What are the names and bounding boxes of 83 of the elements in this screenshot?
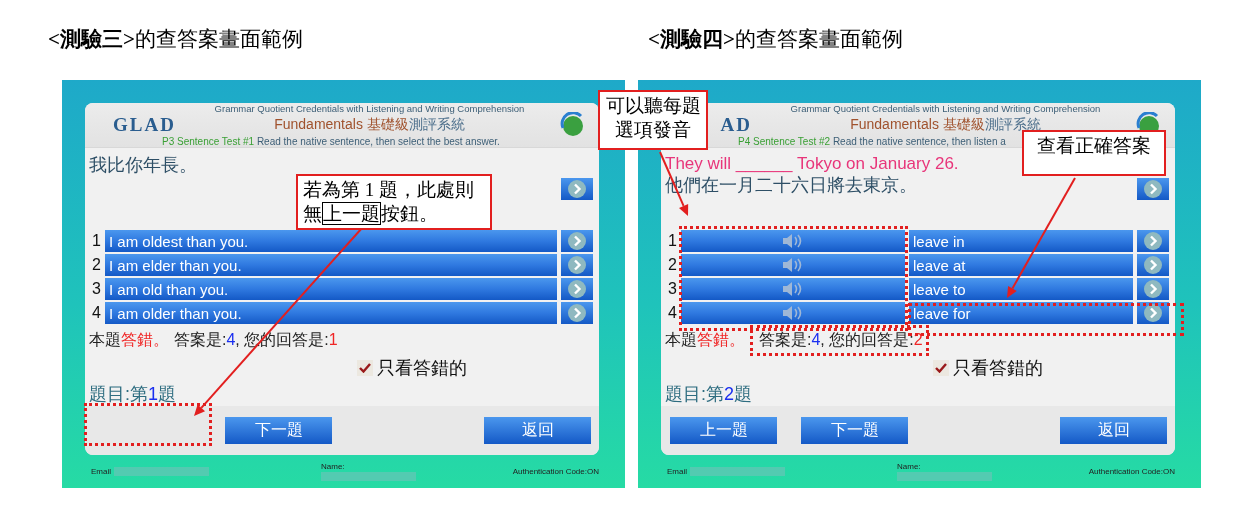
- answer-option[interactable]: leave to: [909, 278, 1133, 301]
- question-label: 題目:第: [89, 384, 148, 405]
- view-answer-button[interactable]: [1137, 254, 1169, 277]
- chevron-right-icon: [1144, 180, 1162, 199]
- back-button[interactable]: 返回: [1060, 417, 1167, 445]
- section-heading: <測驗四>的查答案畫面範例: [647, 26, 904, 53]
- play-audio-button[interactable]: [681, 254, 905, 277]
- chevron-right-icon: [1144, 232, 1162, 251]
- option-number: 2: [667, 256, 677, 275]
- view-answer-button[interactable]: [561, 278, 593, 301]
- result-verdict: 本題答錯。: [89, 330, 169, 351]
- next-arrow-button[interactable]: [561, 178, 593, 201]
- chevron-right-icon: [568, 304, 586, 323]
- question-label: 題目:第: [665, 384, 724, 405]
- name-label: Name:: [321, 462, 346, 471]
- next-question-button[interactable]: 下一題: [225, 417, 332, 445]
- question-number: 2: [724, 384, 735, 405]
- section-heading: <測驗三>的查答案畫面範例: [48, 26, 304, 53]
- speaker-icon: [782, 305, 804, 322]
- answer-option[interactable]: I am old than you.: [105, 278, 557, 301]
- header-subtitle: Grammar Quotient Credentials with Listening and Writing Comprehension: [790, 103, 1101, 115]
- checkbox[interactable]: [933, 360, 949, 377]
- next-question-button[interactable]: 下一題: [801, 417, 908, 445]
- speaker-icon: [782, 257, 804, 274]
- name-label: Name:: [897, 462, 922, 471]
- play-audio-button[interactable]: [681, 230, 905, 253]
- option-number: 2: [91, 256, 101, 275]
- answer-option[interactable]: leave in: [909, 230, 1133, 253]
- answer-option[interactable]: I am elder than you.: [105, 254, 557, 277]
- callout-note: 可以聽每題選項發音: [598, 90, 708, 150]
- view-answer-button[interactable]: [1137, 278, 1169, 301]
- answer-option[interactable]: leave at: [909, 254, 1133, 277]
- email-label: Email: [667, 467, 687, 476]
- callout-note: 若為第 1 題，此處則無上一題按鈕。: [296, 174, 492, 230]
- checkbox-label: 只看答錯的: [953, 357, 1043, 381]
- view-answer-button[interactable]: [561, 254, 593, 277]
- back-button[interactable]: 返回: [484, 417, 591, 445]
- play-audio-button[interactable]: [681, 278, 905, 301]
- chevron-right-icon: [1144, 280, 1162, 299]
- answer-summary: 答案是:4, 您的回答是:1: [174, 330, 338, 351]
- option-number: 3: [667, 280, 677, 299]
- test-instruction: P4 Sentence Test #2 Read the native sentence, then listen a: [738, 136, 1006, 148]
- question-number: 1: [148, 384, 159, 405]
- callout-note: 查看正確答案: [1022, 130, 1166, 176]
- checkbox[interactable]: [357, 360, 373, 377]
- option-number: 3: [91, 280, 101, 299]
- question-sentence: They will ______ Tokyo on January 26.: [665, 154, 960, 175]
- authentication-status: Authentication Code:ON: [512, 467, 599, 476]
- view-answer-button[interactable]: [1137, 230, 1169, 253]
- play-audio-button[interactable]: [681, 302, 905, 325]
- answer-option[interactable]: leave for: [909, 302, 1133, 325]
- question-translation: 我比你年長。: [89, 154, 198, 177]
- brand-logo: GLAD: [113, 114, 177, 137]
- question-label: 題: [734, 384, 753, 405]
- previous-question-button[interactable]: 上一題: [670, 417, 777, 445]
- answer-option[interactable]: I am oldest than you.: [105, 230, 557, 253]
- checkbox-label: 只看答錯的: [377, 357, 467, 381]
- next-arrow-button[interactable]: [1137, 178, 1169, 201]
- app-title: Fundamentals 基礎級測評系統: [274, 116, 465, 135]
- header-subtitle: Grammar Quotient Credentials with Listening and Writing Comprehension: [214, 103, 525, 115]
- test-instruction: P3 Sentence Test #1 Read the native sentence, then select the best answer.: [162, 136, 500, 148]
- result-verdict: 本題答錯。: [665, 330, 745, 351]
- speaker-icon: [782, 233, 804, 250]
- email-label: Email: [91, 467, 111, 476]
- question-label: 題: [158, 384, 177, 405]
- authentication-status: Authentication Code:ON: [1088, 467, 1175, 476]
- option-number: 1: [91, 232, 101, 251]
- option-number: 1: [667, 232, 677, 251]
- chevron-right-icon: [568, 232, 586, 251]
- chevron-right-icon: [1144, 256, 1162, 275]
- brand-logo: AD: [720, 114, 753, 137]
- answer-option[interactable]: I am older than you.: [105, 302, 557, 325]
- speaker-icon: [782, 281, 804, 298]
- chevron-right-icon: [568, 256, 586, 275]
- view-answer-button[interactable]: [1137, 302, 1169, 325]
- chevron-right-icon: [568, 280, 586, 299]
- view-answer-button[interactable]: [561, 302, 593, 325]
- emblem-icon: [559, 112, 585, 139]
- view-answer-button[interactable]: [561, 230, 593, 253]
- chevron-right-icon: [568, 180, 586, 199]
- chevron-right-icon: [1144, 304, 1162, 323]
- option-number: 4: [91, 304, 101, 323]
- option-number: 4: [667, 304, 677, 323]
